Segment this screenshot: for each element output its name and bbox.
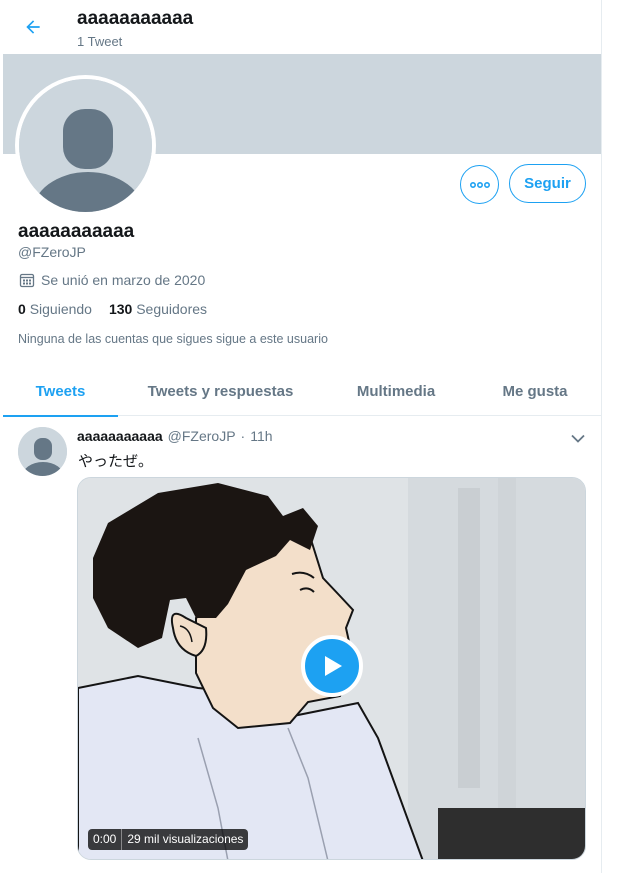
default-avatar-icon [18,427,67,476]
tweet-text: やったぜ。 [78,453,154,470]
following-link[interactable]: 0 Siguiendo [18,301,92,317]
back-button[interactable] [16,10,50,44]
tab-tweets-replies[interactable]: Tweets y respuestas [133,366,308,416]
dot-separator: · [240,428,246,444]
play-icon [325,656,342,676]
following-count: 0 [18,301,26,317]
play-button[interactable] [301,635,363,697]
followers-count: 130 [108,301,133,317]
tab-label: Multimedia [356,382,436,400]
tweet-video[interactable]: 0:00 29 mil visualizaciones [77,477,586,860]
tab-media[interactable]: Multimedia [341,366,451,416]
tab-likes[interactable]: Me gusta [485,366,585,416]
video-duration: 0:00 [93,832,117,846]
tab-tweets[interactable]: Tweets [3,366,118,417]
profile-tabs: Tweets Tweets y respuestas Multimedia Me… [3,366,601,417]
followers-you-know: Ninguna de las cuentas que sigues sigue … [18,332,328,346]
tweet-avatar[interactable] [18,427,67,476]
default-avatar-icon [19,79,152,212]
tab-label: Tweets y respuestas [147,382,294,400]
page-title: aaaaaaaaaaa [77,8,194,29]
arrow-left-icon [26,20,40,34]
followers-label: Seguidores [136,301,208,317]
tweet-count: 1 Tweet [77,34,123,49]
joined-date: Se unió en marzo de 2020 [19,272,205,288]
more-horizontal-icon [469,181,490,188]
calendar-icon [19,273,35,288]
active-tab-indicator [3,415,118,417]
video-info-badge: 0:00 29 mil visualizaciones [88,829,249,850]
profile-avatar[interactable] [15,75,156,216]
follow-stats: 0 Siguiendo 130 Seguidores [18,301,207,317]
profile-display-name: aaaaaaaaaaa [18,221,135,242]
tweet-time[interactable]: 11h [250,428,272,444]
chevron-down-icon [571,434,585,443]
joined-text: Se unió en marzo de 2020 [41,272,206,288]
profile-page: aaaaaaaaaaa 1 Tweet Seguir aaaaaaaaaaa @… [0,0,602,873]
following-label: Siguiendo [29,301,92,317]
tweet-author-handle[interactable]: @FZeroJP [168,428,236,444]
tweet-menu-button[interactable] [569,429,587,447]
tab-label: Me gusta [502,382,568,400]
tweet-author-name[interactable]: aaaaaaaaaaa [77,428,163,444]
followers-link[interactable]: 130 Seguidores [109,301,207,317]
video-view-count: 29 mil visualizaciones [127,832,244,846]
follow-button[interactable]: Seguir [509,164,586,203]
more-options-button[interactable] [460,165,499,204]
tweet-header: aaaaaaaaaaa @FZeroJP · 11h [77,428,273,444]
tab-label: Tweets [35,382,86,400]
profile-handle: @FZeroJP [18,244,86,260]
top-bar: aaaaaaaaaaa 1 Tweet [0,0,601,54]
